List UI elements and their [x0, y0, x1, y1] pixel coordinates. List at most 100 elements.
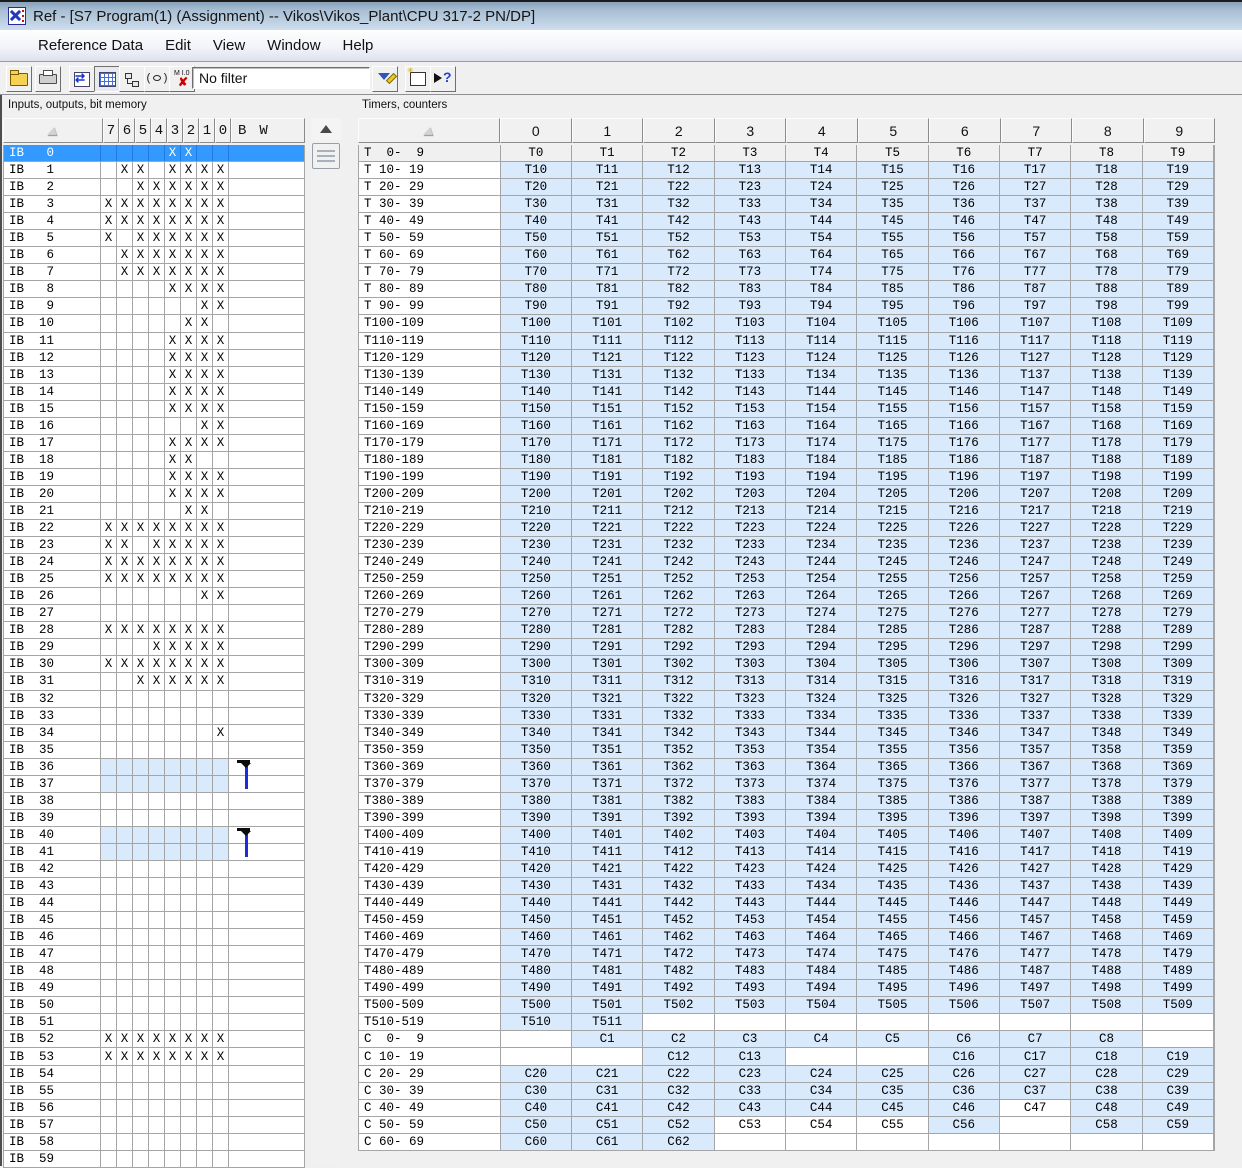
tc-row-t150-159[interactable]: T150-159T150T151T152T153T154T155T156T157…: [359, 401, 1214, 418]
io-row-ib-37[interactable]: IB 37: [4, 776, 304, 793]
tc-row-t210-219[interactable]: T210-219T210T211T212T213T214T215T216T217…: [359, 503, 1214, 520]
context-help-button[interactable]: ?: [430, 66, 456, 92]
tc-row-t270-279[interactable]: T270-279T270T271T272T273T274T275T276T277…: [359, 605, 1214, 622]
tc-row-t160-169[interactable]: T160-169T160T161T162T163T164T165T166T167…: [359, 418, 1214, 435]
filter-settings-button[interactable]: [372, 66, 398, 92]
io-row-ib-3[interactable]: IB 3XXXXXXXX: [4, 196, 304, 213]
tc-row-c-10--19[interactable]: C 10- 19C12C13C16C17C18C19: [359, 1048, 1214, 1065]
tc-row-t-60--69[interactable]: T 60- 69T60T61T62T63T64T65T66T67T68T69: [359, 247, 1214, 264]
tc-header-6[interactable]: 6: [929, 118, 1001, 143]
io-row-ib-9[interactable]: IB 9XX: [4, 298, 304, 315]
menu-reference-data[interactable]: Reference Data: [27, 33, 154, 58]
menu-window[interactable]: Window: [256, 33, 331, 58]
tc-row-t400-409[interactable]: T400-409T400T401T402T403T404T405T406T407…: [359, 827, 1214, 844]
io-row-ib-33[interactable]: IB 33: [4, 708, 304, 725]
tc-row-t-80--89[interactable]: T 80- 89T80T81T82T83T84T85T86T87T88T89: [359, 281, 1214, 298]
tc-row-t170-179[interactable]: T170-179T170T171T172T173T174T175T176T177…: [359, 435, 1214, 452]
tc-row-t300-309[interactable]: T300-309T300T301T302T303T304T305T306T307…: [359, 656, 1214, 673]
io-row-ib-17[interactable]: IB 17XXXX: [4, 435, 304, 452]
io-row-ib-41[interactable]: IB 41: [4, 844, 304, 861]
io-row-ib-6[interactable]: IB 6XXXXXXX: [4, 247, 304, 264]
tc-row-t-40--49[interactable]: T 40- 49T40T41T42T43T44T45T46T47T48T49: [359, 213, 1214, 230]
io-row-ib-5[interactable]: IB 5XXXXXXX: [4, 230, 304, 247]
io-row-ib-42[interactable]: IB 42: [4, 861, 304, 878]
bit-header-2[interactable]: 2: [183, 118, 199, 143]
io-row-ib-14[interactable]: IB 14XXXX: [4, 384, 304, 401]
io-row-ib-31[interactable]: IB 31XXXXXX: [4, 673, 304, 690]
io-row-ib-34[interactable]: IB 34X: [4, 725, 304, 742]
tc-row-t110-119[interactable]: T110-119T110T111T112T113T114T115T116T117…: [359, 333, 1214, 350]
io-row-ib-20[interactable]: IB 20XXXX: [4, 486, 304, 503]
tc-row-t480-489[interactable]: T480-489T480T481T482T483T484T485T486T487…: [359, 963, 1214, 980]
io-row-ib-11[interactable]: IB 11XXXX: [4, 333, 304, 350]
io-row-ib-48[interactable]: IB 48: [4, 963, 304, 980]
print-button[interactable]: [35, 66, 61, 92]
tc-row-c-20--29[interactable]: C 20- 29C20C21C22C23C24C25C26C27C28C29: [359, 1066, 1214, 1083]
io-row-ib-19[interactable]: IB 19XXXX: [4, 469, 304, 486]
tc-row-t370-379[interactable]: T370-379T370T371T372T373T374T375T376T377…: [359, 776, 1214, 793]
io-row-ib-29[interactable]: IB 29XXXXX: [4, 639, 304, 656]
tc-row-t190-199[interactable]: T190-199T190T191T192T193T194T195T196T197…: [359, 469, 1214, 486]
tc-row-t100-109[interactable]: T100-109T100T101T102T103T104T105T106T107…: [359, 315, 1214, 332]
io-row-ib-13[interactable]: IB 13XXXX: [4, 367, 304, 384]
io-row-ib-25[interactable]: IB 25XXXXXXXX: [4, 571, 304, 588]
tc-row-t-50--59[interactable]: T 50- 59T50T51T52T53T54T55T56T57T58T59: [359, 230, 1214, 247]
tc-row-t-90--99[interactable]: T 90- 99T90T91T92T93T94T95T96T97T98T99: [359, 298, 1214, 315]
cross-references-button[interactable]: [69, 66, 95, 92]
io-row-ib-56[interactable]: IB 56: [4, 1100, 304, 1117]
filter-input[interactable]: [192, 67, 370, 89]
tc-row-t320-329[interactable]: T320-329T320T321T322T323T324T325T326T327…: [359, 691, 1214, 708]
io-row-ib-55[interactable]: IB 55: [4, 1083, 304, 1100]
io-row-ib-2[interactable]: IB 2XXXXXX: [4, 179, 304, 196]
io-row-ib-38[interactable]: IB 38: [4, 793, 304, 810]
io-row-ib-47[interactable]: IB 47: [4, 946, 304, 963]
io-row-ib-16[interactable]: IB 16XX: [4, 418, 304, 435]
io-row-ib-8[interactable]: IB 8XXXX: [4, 281, 304, 298]
bit-header-3[interactable]: 3: [167, 118, 183, 143]
tc-header-5[interactable]: 5: [858, 118, 930, 143]
tc-row-t500-509[interactable]: T500-509T500T501T502T503T504T505T506T507…: [359, 997, 1214, 1014]
io-row-ib-44[interactable]: IB 44: [4, 895, 304, 912]
io-row-ib-1[interactable]: IB 1XXXXXX: [4, 162, 304, 179]
io-row-ib-40[interactable]: IB 40: [4, 827, 304, 844]
scrollbar-up-button[interactable]: [311, 118, 341, 140]
menu-view[interactable]: View: [202, 33, 256, 58]
tc-header-8[interactable]: 8: [1072, 118, 1144, 143]
tc-row-t460-469[interactable]: T460-469T460T461T462T463T464T465T466T467…: [359, 929, 1214, 946]
tc-row-t290-299[interactable]: T290-299T290T291T292T293T294T295T296T297…: [359, 639, 1214, 656]
io-row-ib-45[interactable]: IB 45: [4, 912, 304, 929]
tc-header-9[interactable]: 9: [1144, 118, 1216, 143]
tc-header-2[interactable]: 2: [643, 118, 715, 143]
io-row-ib-22[interactable]: IB 22XXXXXXXX: [4, 520, 304, 537]
tc-row-t130-139[interactable]: T130-139T130T131T132T133T134T135T136T137…: [359, 367, 1214, 384]
tc-row-t230-239[interactable]: T230-239T230T231T232T233T234T235T236T237…: [359, 537, 1214, 554]
io-row-ib-12[interactable]: IB 12XXXX: [4, 350, 304, 367]
tc-sort-header[interactable]: [358, 118, 500, 143]
tc-row-t140-149[interactable]: T140-149T140T141T142T143T144T145T146T147…: [359, 384, 1214, 401]
io-row-ib-21[interactable]: IB 21XX: [4, 503, 304, 520]
tc-row-t420-429[interactable]: T420-429T420T421T422T423T424T425T426T427…: [359, 861, 1214, 878]
tc-row-t-30--39[interactable]: T 30- 39T30T31T32T33T34T35T36T37T38T39: [359, 196, 1214, 213]
io-row-ib-10[interactable]: IB 10XX: [4, 315, 304, 332]
io-row-ib-59[interactable]: IB 59: [4, 1151, 304, 1168]
tc-row-t-10--19[interactable]: T 10- 19T10T11T12T13T14T15T16T17T18T19: [359, 162, 1214, 179]
tc-row-t510-519[interactable]: T510-519T510T511: [359, 1014, 1214, 1031]
new-window-button[interactable]: [405, 66, 431, 92]
tc-row-t-20--29[interactable]: T 20- 29T20T21T22T23T24T25T26T27T28T29: [359, 179, 1214, 196]
tc-header-0[interactable]: 0: [500, 118, 572, 143]
bit-header-7[interactable]: 7: [103, 118, 119, 143]
io-row-ib-18[interactable]: IB 18XX: [4, 452, 304, 469]
tc-row-t340-349[interactable]: T340-349T340T341T342T343T344T345T346T347…: [359, 725, 1214, 742]
program-structure-button[interactable]: [119, 66, 145, 92]
unused-symbols-button[interactable]: (): [144, 66, 170, 92]
io-row-ib-52[interactable]: IB 52XXXXXXXX: [4, 1031, 304, 1048]
io-row-ib-35[interactable]: IB 35: [4, 742, 304, 759]
tc-row-t180-189[interactable]: T180-189T180T181T182T183T184T185T186T187…: [359, 452, 1214, 469]
tc-header-1[interactable]: 1: [572, 118, 644, 143]
io-row-ib-36[interactable]: IB 36: [4, 759, 304, 776]
byte-word-header[interactable]: B W: [231, 118, 305, 143]
menu-help[interactable]: Help: [332, 33, 385, 58]
assignment-button[interactable]: [94, 66, 120, 92]
tc-row-t440-449[interactable]: T440-449T440T441T442T443T444T445T446T447…: [359, 895, 1214, 912]
io-row-ib-57[interactable]: IB 57: [4, 1117, 304, 1134]
